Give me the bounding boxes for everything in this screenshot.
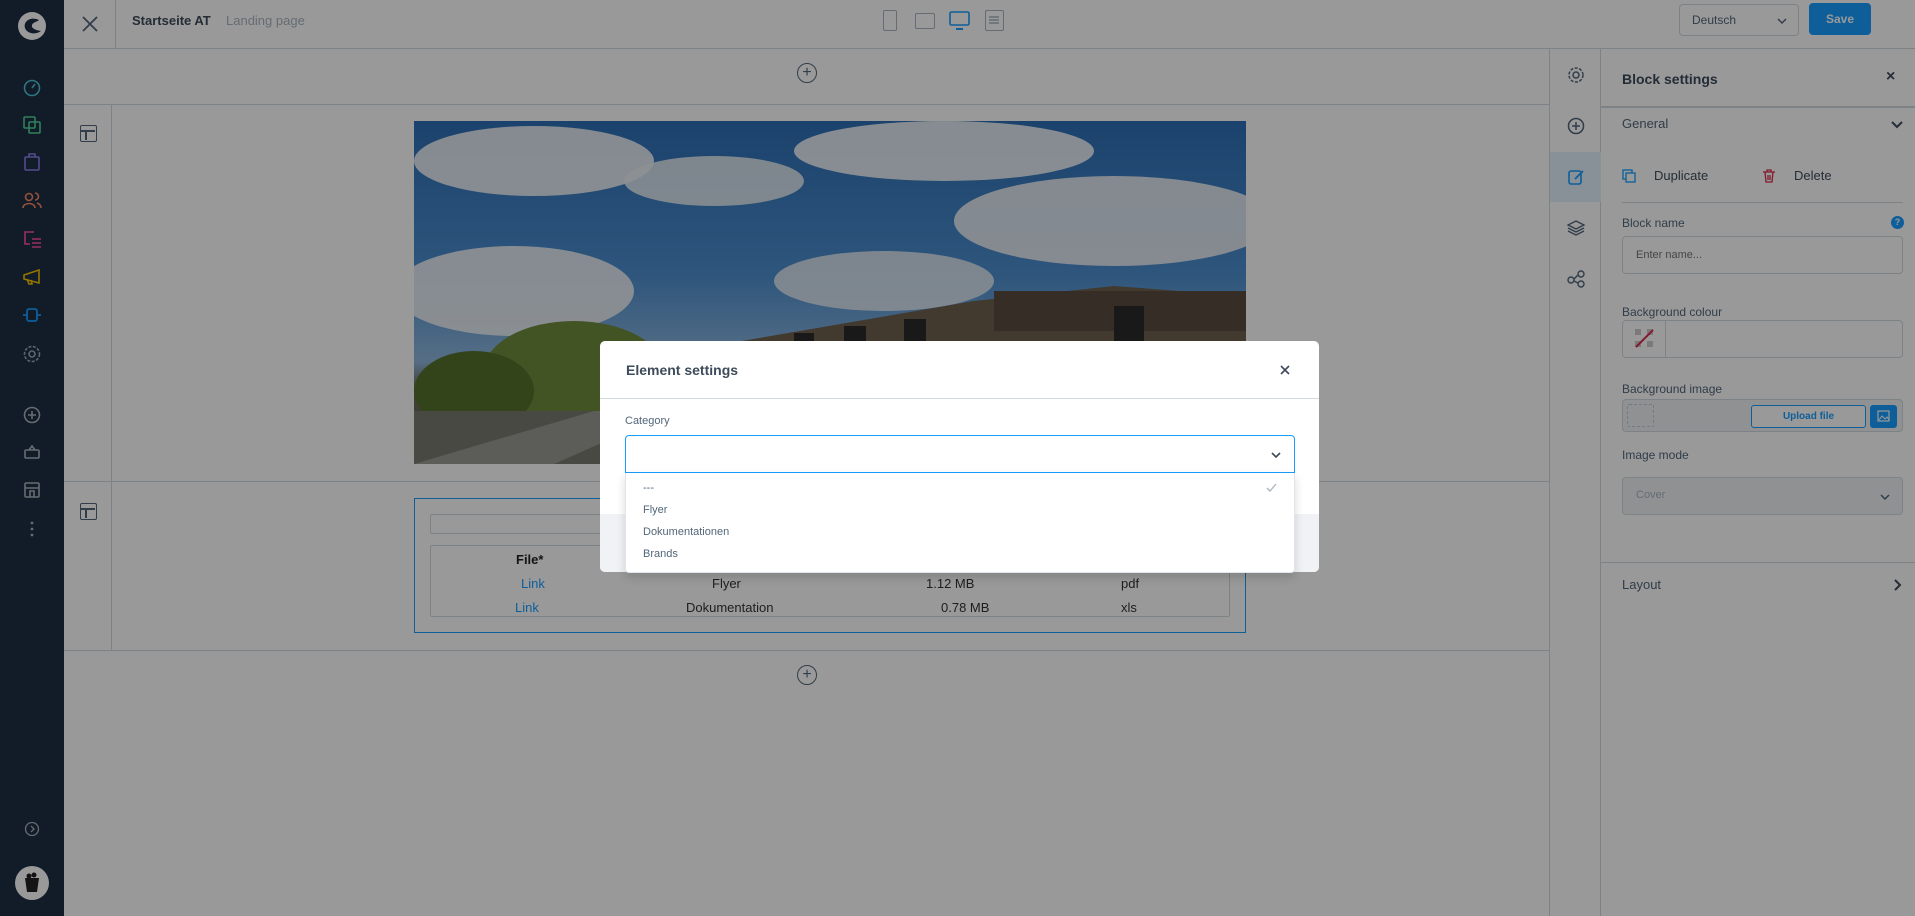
- option-flyer[interactable]: Flyer: [626, 499, 1294, 521]
- option-dokumentationen[interactable]: Dokumentationen: [626, 521, 1294, 543]
- close-icon[interactable]: [1279, 364, 1291, 376]
- category-label: Category: [625, 415, 670, 427]
- divider: [600, 398, 1319, 399]
- category-dropdown: --- Flyer Dokumentationen Brands: [625, 473, 1295, 573]
- option-none[interactable]: ---: [626, 477, 1294, 499]
- chevron-down-icon: [1271, 452, 1281, 459]
- category-select[interactable]: [625, 435, 1295, 473]
- check-icon: [1266, 483, 1277, 492]
- modal-title: Element settings: [626, 362, 739, 378]
- option-brands[interactable]: Brands: [626, 543, 1294, 565]
